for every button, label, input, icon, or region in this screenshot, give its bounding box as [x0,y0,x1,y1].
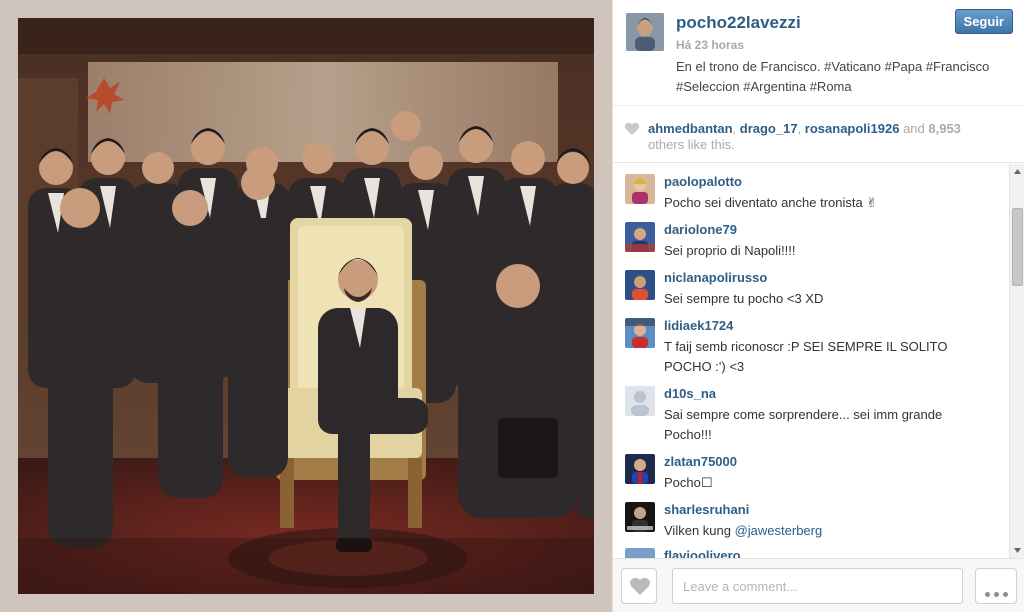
comment-text: Pocho☐ [664,473,994,493]
comment-prefix: Vilken kung [664,523,735,538]
comment-line: Sei proprio di Napoli!!!! [664,243,796,258]
comment-line: Pocho sei diventato anche tronista ✌ [664,195,878,210]
liker-link[interactable]: rosanapoli1926 [805,121,900,136]
commenter-username[interactable]: lidiaek1724 [664,318,733,333]
likes-separator: , [797,121,805,136]
commenter-username[interactable]: flavioolivero [664,548,741,558]
more-dots-icon [983,584,1010,602]
chevron-up-icon[interactable] [1010,164,1024,180]
commenter-username[interactable]: niclanapolirusso [664,270,767,285]
post-sidebar: pocho22lavezzi Seguir Há 23 horas En el … [612,0,1024,612]
comments-scrollbar[interactable] [1009,164,1024,558]
commenter-avatar[interactable] [625,502,655,532]
like-button[interactable] [621,568,657,604]
comments-list: paolopalotto Pocho sei diventato anche t… [613,164,1009,558]
commenter-username[interactable]: zlatan75000 [664,454,737,469]
commenter-username[interactable]: d10s_na [664,386,716,401]
author-username[interactable]: pocho22lavezzi [676,13,801,33]
commenter-avatar[interactable] [625,548,655,558]
post-photo[interactable] [18,18,594,594]
follow-button[interactable]: Seguir [954,9,1013,34]
comment-line: Sai sempre come sorprendere... sei imm g… [664,407,943,422]
likes-separator: , [732,121,740,136]
comment-line: Sei sempre tu pocho <3 XD [664,291,824,306]
commenter-username[interactable]: sharlesruhani [664,502,749,517]
post-footer [613,558,1024,612]
likes-count[interactable]: 8,953 [928,121,961,136]
heart-icon [624,122,640,135]
comment-line: Pocho!!! [664,427,712,442]
photo-illustration [18,18,594,594]
comment-input[interactable] [672,568,963,604]
commenter-avatar[interactable] [625,270,655,300]
scrollbar-thumb[interactable] [1012,208,1023,286]
commenter-username[interactable]: paolopalotto [664,174,742,189]
post-timestamp: Há 23 horas [676,38,745,52]
comment-line: T faij semb riconoscr :P SEI SEMPRE IL S… [664,339,948,354]
caption-line: En el trono de Francisco. #Vaticano #Pap… [676,59,990,74]
post-header: pocho22lavezzi Seguir Há 23 horas En el … [613,0,1024,106]
comment-text: Sei sempre tu pocho <3 XD [664,289,994,309]
commenter-avatar[interactable] [625,454,655,484]
post-caption: En el trono de Francisco. #Vaticano #Pap… [676,57,1016,97]
comment-text: Sai sempre come sorprendere... sei imm g… [664,405,994,445]
comment-mention-link[interactable]: @jawesterberg [735,523,823,538]
caption-line: #Seleccion #Argentina #Roma [676,79,852,94]
heart-icon [630,577,650,595]
photo-panel [0,0,612,612]
comment-text: Sei proprio di Napoli!!!! [664,241,994,261]
comment-text: T faij semb riconoscr :P SEI SEMPRE IL S… [664,337,994,377]
commenter-username[interactable]: dariolone79 [664,222,737,237]
author-avatar[interactable] [626,13,664,51]
commenter-avatar[interactable] [625,174,655,204]
instagram-post-window: pocho22lavezzi Seguir Há 23 horas En el … [0,0,1024,612]
liker-link[interactable]: ahmedbantan [648,121,733,136]
more-options-button[interactable] [975,568,1017,604]
comment-line: Pocho☐ [664,475,713,490]
commenter-avatar[interactable] [625,386,655,416]
commenter-avatar[interactable] [625,318,655,348]
liker-link[interactable]: drago_17 [740,121,798,136]
commenter-avatar[interactable] [625,222,655,252]
likes-and: and [899,121,929,136]
likes-suffix: others like this. [648,137,735,152]
likes-summary: ahmedbantan, drago_17, rosanapoli1926 an… [648,121,1008,153]
chevron-down-icon[interactable] [1010,542,1024,558]
comment-line: POCHO :') <3 [664,359,745,374]
comment-text: Vilken kung @jawesterberg [664,521,994,541]
comment-text: Pocho sei diventato anche tronista ✌ [664,193,994,213]
